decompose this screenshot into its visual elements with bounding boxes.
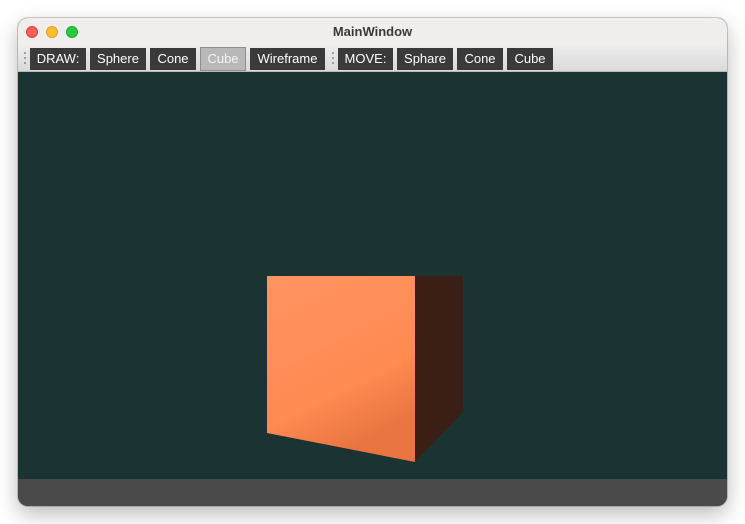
- move-label: MOVE:: [338, 48, 393, 70]
- 3d-viewport[interactable]: [18, 72, 727, 479]
- scene-canvas[interactable]: [18, 72, 727, 479]
- title-bar: MainWindow: [18, 18, 727, 46]
- draw-cube-button[interactable]: Cube: [200, 47, 246, 71]
- cube-side-face: [415, 276, 463, 462]
- move-sphere-button[interactable]: Sphare: [397, 48, 453, 70]
- draw-label: DRAW:: [30, 48, 86, 70]
- move-toolbar-grip-icon[interactable]: [332, 52, 335, 66]
- draw-wireframe-button[interactable]: Wireframe: [250, 48, 325, 70]
- draw-toolbar-grip-icon[interactable]: [24, 52, 27, 66]
- window-title: MainWindow: [332, 24, 413, 39]
- move-cube-button[interactable]: Cube: [507, 48, 553, 70]
- main-window: MainWindow DRAW: Sphere Cone Cube Wirefr…: [18, 18, 727, 506]
- status-bar: [18, 479, 727, 506]
- move-cone-button[interactable]: Cone: [457, 48, 503, 70]
- toolbar: DRAW: Sphere Cone Cube Wireframe MOVE: S…: [18, 46, 727, 72]
- draw-cone-button[interactable]: Cone: [150, 48, 196, 70]
- cube-front-face: [267, 276, 415, 462]
- draw-sphere-button[interactable]: Sphere: [90, 48, 146, 70]
